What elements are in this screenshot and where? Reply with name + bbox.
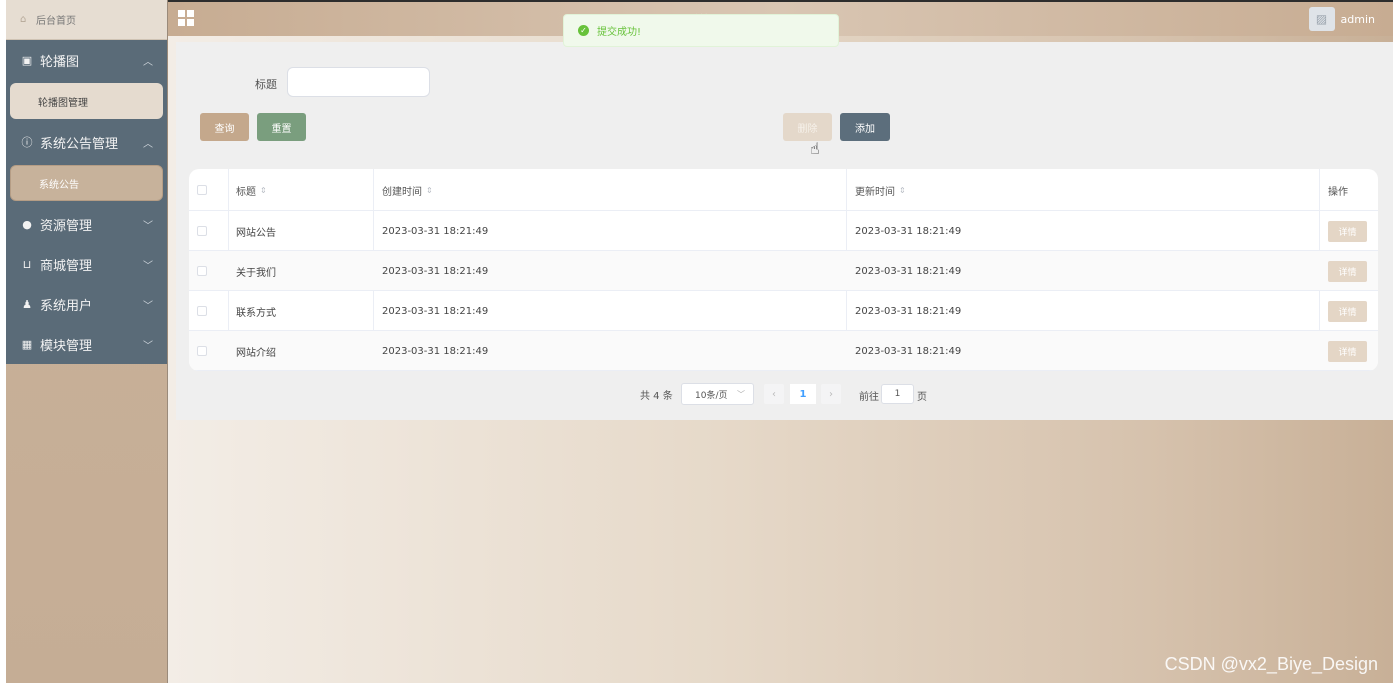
add-button[interactable]: 添加 <box>840 113 890 141</box>
cell-title: 网站介绍 <box>236 347 276 359</box>
reset-button[interactable]: 重置 <box>257 113 306 141</box>
sidebar-menu: ▣ 轮播图 ︿ 轮播图管理 ⓘ 系统公告管理 ︿ 系统公告 ● 资源管理 ﹀ ⊔… <box>6 40 167 364</box>
sidebar: ⌂ 后台首页 ▣ 轮播图 ︿ 轮播图管理 ⓘ 系统公告管理 ︿ 系统公告 ● 资… <box>6 0 168 683</box>
sidebar-subitem-carousel-manage[interactable]: 轮播图管理 <box>10 83 163 119</box>
table-row: 联系方式 2023-03-31 18:21:49 2023-03-31 18:2… <box>189 291 1378 331</box>
title-search-input[interactable] <box>287 67 430 97</box>
pagination-total-text: 共 4 条 <box>640 390 673 402</box>
sidebar-subitem-label: 轮播图管理 <box>38 97 88 109</box>
table-row: 关于我们 2023-03-31 18:21:49 2023-03-31 18:2… <box>189 251 1378 291</box>
submenu-notice: 系统公告 <box>6 162 167 204</box>
query-button[interactable]: 查询 <box>200 113 249 141</box>
detail-button[interactable]: 详情 <box>1328 340 1367 362</box>
success-toast: ✓ 提交成功! <box>563 14 839 47</box>
chevron-down-icon: ﹀ <box>737 389 745 399</box>
sidebar-item-resource[interactable]: ● 资源管理 ﹀ <box>6 204 167 244</box>
row-checkbox[interactable] <box>197 226 207 236</box>
cell-title: 关于我们 <box>236 267 276 279</box>
prev-page-button[interactable]: ‹ <box>764 384 784 404</box>
goto-page-input[interactable]: 1 <box>881 384 914 404</box>
table-row: 网站公告 2023-03-31 18:21:49 2023-03-31 18:2… <box>189 211 1378 251</box>
user-icon: ♟ <box>22 297 32 311</box>
chevron-up-icon: ︿ <box>143 138 153 150</box>
cell-created: 2023-03-31 18:21:49 <box>382 305 489 317</box>
cell-created: 2023-03-31 18:21:49 <box>382 345 489 357</box>
cart-icon: ⊔ <box>22 257 32 271</box>
sidebar-item-label: 资源管理 <box>40 218 93 234</box>
grid-icon: ▦ <box>21 337 33 351</box>
column-header-title[interactable]: 标题 ⇕ <box>236 169 267 211</box>
sidebar-item-notice-manage[interactable]: ⓘ 系统公告管理 ︿ <box>6 122 167 162</box>
sidebar-item-users[interactable]: ♟ 系统用户 ﹀ <box>6 284 167 324</box>
sort-icon[interactable]: ⇕ <box>426 186 433 195</box>
avatar: ▨ <box>1308 7 1335 31</box>
sidebar-item-label: 商城管理 <box>40 258 93 274</box>
detail-button[interactable]: 详情 <box>1328 220 1367 242</box>
detail-button[interactable]: 详情 <box>1328 300 1367 322</box>
sidebar-item-label: 轮播图 <box>40 54 80 70</box>
row-checkbox[interactable] <box>197 306 207 316</box>
cell-created: 2023-03-31 18:21:49 <box>382 265 489 277</box>
sidebar-home-label: 后台首页 <box>36 16 76 27</box>
page-size-value: 10条/页 <box>695 390 728 401</box>
cell-updated: 2023-03-31 18:21:49 <box>855 265 962 277</box>
cell-title: 网站公告 <box>236 227 276 239</box>
image-icon: ▣ <box>21 53 33 67</box>
sidebar-home[interactable]: ⌂ 后台首页 <box>6 0 167 40</box>
column-header-updated[interactable]: 更新时间 ⇕ <box>855 169 906 211</box>
check-circle-icon: ✓ <box>578 25 589 36</box>
sidebar-item-mall[interactable]: ⊔ 商城管理 ﹀ <box>6 244 167 284</box>
goto-label: 前往 <box>859 392 879 403</box>
chevron-down-icon: ﹀ <box>143 340 153 352</box>
chevron-down-icon: ﹀ <box>143 260 153 272</box>
next-page-button[interactable]: › <box>821 384 841 404</box>
user-name: admin <box>1340 12 1375 26</box>
sidebar-item-carousel[interactable]: ▣ 轮播图 ︿ <box>6 40 167 80</box>
home-icon: ⌂ <box>20 13 27 25</box>
pagination-total: 共 4 条 <box>640 384 673 404</box>
title-search-label: 标题 <box>255 78 277 91</box>
sidebar-item-modules[interactable]: ▦ 模块管理 ﹀ <box>6 324 167 364</box>
cell-updated: 2023-03-31 18:21:49 <box>855 345 962 357</box>
sort-icon[interactable]: ⇕ <box>260 186 267 195</box>
row-checkbox[interactable] <box>197 266 207 276</box>
column-header-created[interactable]: 创建时间 ⇕ <box>382 169 433 211</box>
cell-updated: 2023-03-31 18:21:49 <box>855 225 962 237</box>
location-pin-icon: ● <box>22 217 32 231</box>
sidebar-item-label: 模块管理 <box>40 338 93 354</box>
chevron-down-icon: ﹀ <box>143 220 153 232</box>
table-row: 网站介绍 2023-03-31 18:21:49 2023-03-31 18:2… <box>189 331 1378 371</box>
chevron-up-icon: ︿ <box>143 56 153 68</box>
user-menu[interactable]: ▨ admin <box>1308 7 1375 31</box>
select-all-checkbox[interactable] <box>197 185 207 195</box>
toast-message: 提交成功! <box>597 27 642 38</box>
sidebar-item-label: 系统用户 <box>40 298 93 314</box>
table-header-row: 标题 ⇕ 创建时间 ⇕ 更新时间 ⇕ 操作 <box>189 169 1378 211</box>
chevron-left-icon: ‹ <box>772 388 776 400</box>
hand-cursor-icon: ☝ <box>810 139 820 158</box>
page-number-current[interactable]: 1 <box>790 384 816 404</box>
notice-table: 标题 ⇕ 创建时间 ⇕ 更新时间 ⇕ 操作 网站公告 2023-03-31 18:21… <box>189 169 1378 371</box>
cell-updated: 2023-03-31 18:21:49 <box>855 305 962 317</box>
goto-suffix: 页 <box>917 392 927 403</box>
sidebar-subitem-notice[interactable]: 系统公告 <box>10 165 163 201</box>
chevron-right-icon: › <box>829 388 833 400</box>
submenu-carousel: 轮播图管理 <box>6 80 167 122</box>
chevron-down-icon: ﹀ <box>143 300 153 312</box>
delete-button[interactable]: 删除 <box>783 113 832 141</box>
row-checkbox[interactable] <box>197 346 207 356</box>
cell-title: 联系方式 <box>236 307 276 319</box>
detail-button[interactable]: 详情 <box>1328 260 1367 282</box>
info-circle-icon: ⓘ <box>21 136 33 149</box>
page-size-select[interactable]: 10条/页 ﹀ <box>681 383 754 405</box>
column-header-actions: 操作 <box>1328 186 1348 198</box>
menu-toggle-icon[interactable] <box>178 10 194 26</box>
sidebar-subitem-label: 系统公告 <box>39 179 79 191</box>
watermark: CSDN @vx2_Biye_Design <box>1164 654 1378 674</box>
sort-icon[interactable]: ⇕ <box>899 186 906 195</box>
cell-created: 2023-03-31 18:21:49 <box>382 225 489 237</box>
sidebar-item-label: 系统公告管理 <box>40 136 119 152</box>
